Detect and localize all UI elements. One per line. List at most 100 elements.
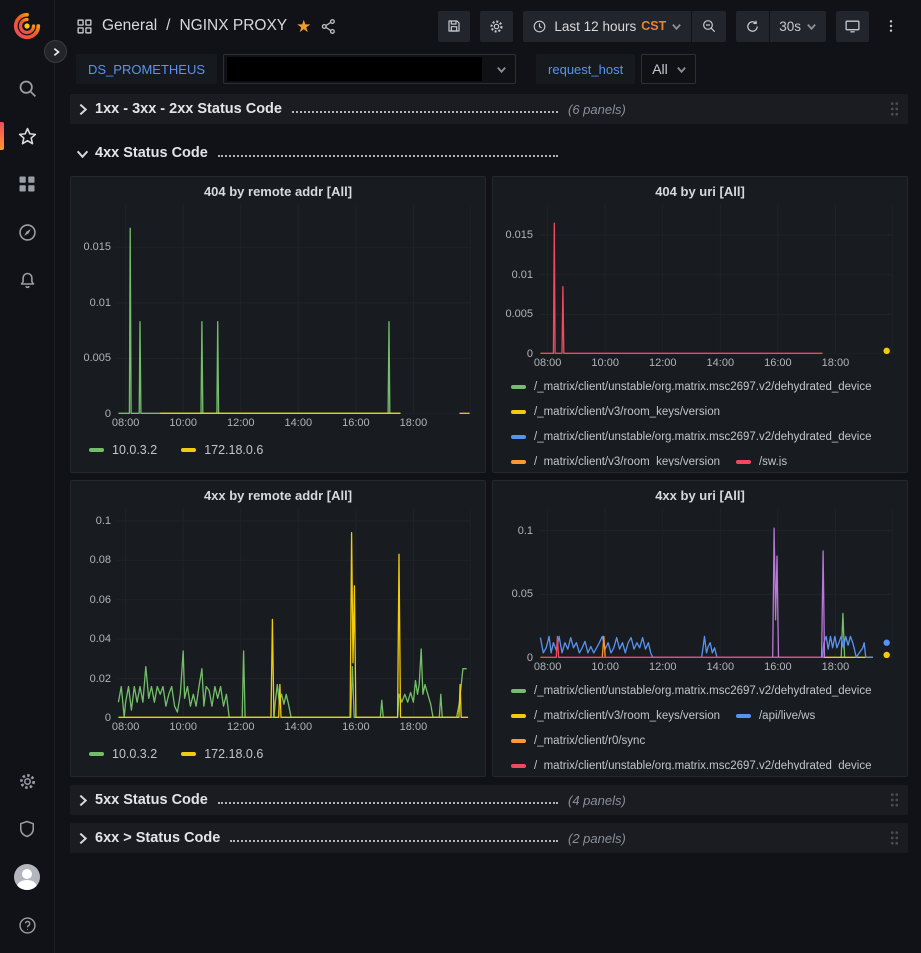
row-header-4xx[interactable]: 4xx Status Code <box>70 138 908 168</box>
x-axis-labels: 08:0010:0012:0014:0016:0018:00 <box>539 658 893 678</box>
legend-item[interactable]: /_matrix/client/unstable/org.matrix.msc2… <box>511 424 872 449</box>
sidebar-expand-button[interactable] <box>44 40 67 63</box>
legend-item[interactable]: 10.0.3.2 <box>89 443 157 457</box>
chevron-down-icon <box>676 64 687 75</box>
user-avatar[interactable] <box>0 853 55 901</box>
favorite-star-icon[interactable]: ★ <box>296 18 311 35</box>
series-line[interactable] <box>118 649 466 717</box>
panel-title[interactable]: 4xx by uri [All] <box>501 485 899 509</box>
legend-series-name: /_matrix/client/v3/room_keys/version <box>534 406 720 418</box>
save-dashboard-button[interactable] <box>438 11 470 42</box>
request-host-variable-value: All <box>642 61 668 77</box>
legend-item[interactable]: 172.18.0.6 <box>181 443 263 457</box>
legend-series-swatch <box>89 448 104 452</box>
y-tick-label: 0.1 <box>518 525 533 537</box>
panels-grid: 404 by remote addr [All]00.0050.010.0150… <box>70 176 908 777</box>
server-admin-shield-icon[interactable] <box>0 805 55 853</box>
refresh-group: 30s <box>736 11 826 42</box>
series-line[interactable] <box>540 636 873 657</box>
share-icon[interactable] <box>320 18 337 35</box>
legend-item[interactable]: /_matrix/client/v3/room_keys/version <box>511 449 720 466</box>
time-range-label: Last 12 hours <box>554 19 636 34</box>
row-header-1xx-3xx-2xx[interactable]: 1xx - 3xx - 2xx Status Code (6 panels) <box>70 94 908 124</box>
zoom-out-button[interactable] <box>692 11 726 42</box>
legend-item[interactable]: /_matrix/client/unstable/org.matrix.msc2… <box>511 678 872 703</box>
legend-item[interactable]: 172.18.0.6 <box>181 747 263 761</box>
plot-region: 00.020.040.060.080.1 <box>79 509 477 718</box>
plot-region: 00.050.1 <box>501 509 899 658</box>
legend-item[interactable]: /_matrix/client/r0/sync <box>511 728 645 753</box>
explore-compass-icon[interactable] <box>0 208 55 256</box>
row-header-5xx[interactable]: 5xx Status Code (4 panels) <box>70 785 908 815</box>
panel-legend: 10.0.3.2 172.18.0.6 <box>89 434 473 466</box>
panel-title[interactable]: 404 by uri [All] <box>501 181 899 205</box>
legend-series-swatch <box>511 739 526 743</box>
tv-mode-button[interactable] <box>836 11 869 42</box>
panel-title[interactable]: 404 by remote addr [All] <box>79 181 477 205</box>
legend-series-swatch <box>511 385 526 389</box>
legend-item[interactable]: /_matrix/client/v3/room_keys/version <box>511 703 720 728</box>
x-tick-label: 16:00 <box>758 661 798 673</box>
row-title: 1xx - 3xx - 2xx Status Code <box>95 101 282 117</box>
legend-series-swatch <box>511 410 526 414</box>
configuration-gear-icon[interactable] <box>0 757 55 805</box>
panel-legend: /_matrix/client/unstable/org.matrix.msc2… <box>511 374 895 466</box>
apps-grid-icon <box>76 18 93 35</box>
legend-item[interactable]: /_matrix/client/unstable/org.matrix.msc2… <box>511 753 872 770</box>
row-drag-handle[interactable] <box>890 830 899 846</box>
plot-region: 00.0050.010.015 <box>79 205 477 414</box>
datasource-variable-select[interactable] <box>223 54 516 84</box>
search-icon[interactable] <box>0 64 55 112</box>
legend-item[interactable]: /api/live/ws <box>736 703 815 728</box>
series-point-dot[interactable] <box>883 640 889 646</box>
starred-dashboards-icon[interactable] <box>0 112 55 160</box>
breadcrumb-dashboard-title[interactable]: NGINX PROXY <box>179 17 287 35</box>
legend-series-swatch <box>511 435 526 439</box>
legend-series-swatch <box>181 752 196 756</box>
kebab-menu-button[interactable] <box>879 11 903 42</box>
row-header-6xx[interactable]: 6xx > Status Code (2 panels) <box>70 823 908 853</box>
dashboards-icon[interactable] <box>0 160 55 208</box>
legend-item[interactable]: 10.0.3.2 <box>89 747 157 761</box>
legend-item[interactable]: /_matrix/client/unstable/org.matrix.msc2… <box>511 374 872 399</box>
x-tick-label: 14:00 <box>278 417 318 429</box>
refresh-interval-picker[interactable]: 30s <box>770 11 826 42</box>
series-line[interactable] <box>841 613 844 657</box>
chevron-down-icon <box>806 21 817 32</box>
series-line[interactable] <box>822 551 825 657</box>
legend-item[interactable]: /_matrix/client/v3/room_keys/version <box>511 399 720 424</box>
chevron-right-icon <box>76 794 89 807</box>
y-axis-labels: 00.020.040.060.080.1 <box>79 509 117 718</box>
series-line[interactable] <box>118 228 400 413</box>
x-tick-label: 18:00 <box>393 417 433 429</box>
series-line[interactable] <box>540 223 822 353</box>
y-axis-labels: 00.050.1 <box>501 509 539 658</box>
refresh-button[interactable] <box>736 11 769 42</box>
chevron-down-icon <box>76 147 89 160</box>
x-tick-label: 18:00 <box>393 721 433 733</box>
time-range-picker[interactable]: Last 12 hours CST <box>523 11 691 42</box>
y-axis-labels: 00.0050.010.015 <box>501 205 539 354</box>
panel-title[interactable]: 4xx by remote addr [All] <box>79 485 477 509</box>
chart-svg <box>117 205 471 414</box>
y-tick-label: 0.005 <box>505 308 533 320</box>
dashboard-settings-button[interactable] <box>480 11 513 42</box>
help-icon[interactable] <box>0 901 55 949</box>
breadcrumb-folder[interactable]: General <box>102 17 157 35</box>
row-panel-count: (6 panels) <box>568 102 626 117</box>
legend-series-swatch <box>511 689 526 693</box>
legend-series-name: /_matrix/client/unstable/org.matrix.msc2… <box>534 760 872 771</box>
chevron-down-icon <box>496 64 507 75</box>
request-host-variable-select[interactable]: All <box>641 54 696 84</box>
legend-series-name: /api/live/ws <box>759 710 815 722</box>
y-tick-label: 0.02 <box>90 673 111 685</box>
row-drag-handle[interactable] <box>890 101 899 117</box>
dashboard-header: General / NGINX PROXY ★ <box>55 0 921 52</box>
legend-item[interactable]: /sw.js <box>736 449 787 466</box>
alerting-bell-icon[interactable] <box>0 256 55 304</box>
row-drag-handle[interactable] <box>890 792 899 808</box>
active-section-indicator <box>0 122 4 150</box>
legend-series-name: 10.0.3.2 <box>112 443 157 457</box>
row-dotted-leader <box>218 802 558 804</box>
chevron-right-icon <box>76 103 89 116</box>
